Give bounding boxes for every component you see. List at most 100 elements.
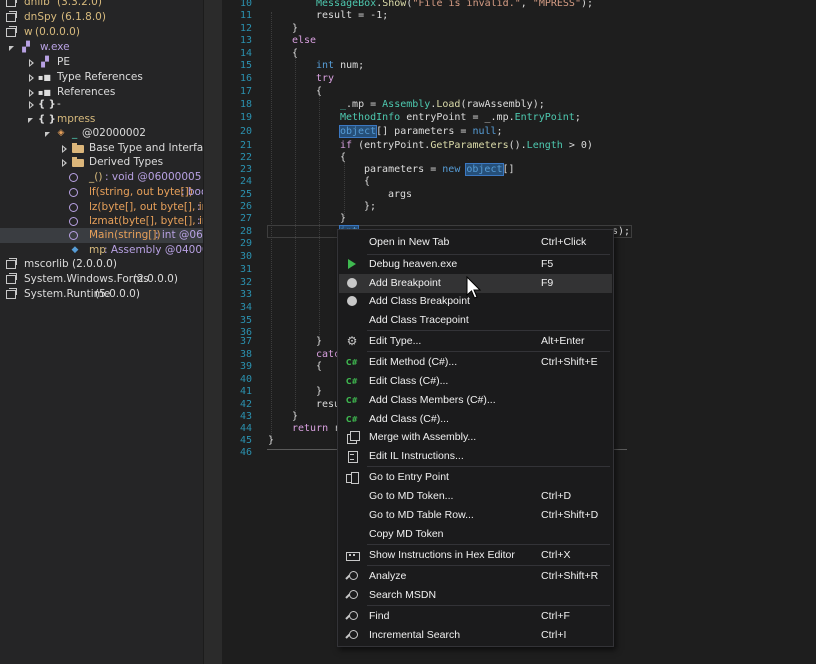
code-token: (entryPoint. (352, 140, 431, 151)
menu-item-debug[interactable]: Debug heaven.exe F5 (339, 255, 612, 274)
document-icon (346, 451, 358, 463)
menu-item-search-msdn[interactable]: Search MSDN (339, 586, 612, 605)
tree-item-signature: : boo (181, 186, 203, 198)
code-line: { (340, 152, 347, 163)
merge-icon (346, 431, 360, 444)
code-line: MessageBox.Show("File is invalid.", "MPR… (316, 0, 593, 10)
line-number: 18 (239, 99, 252, 110)
code-token: , (520, 0, 533, 9)
expand-arrow-icon[interactable] (27, 97, 36, 112)
menu-item-go-to-entry-point[interactable]: Go to Entry Point (339, 468, 612, 487)
menu-item-shortcut: Ctrl+Shift+R (541, 570, 599, 582)
menu-item-show-in-hex-editor[interactable]: Show Instructions in Hex Editor Ctrl+X (339, 546, 612, 565)
tree-item-mscorlib[interactable]: mscorlib (2.0.0.0) (6, 257, 201, 272)
menu-item-copy-md-token[interactable]: Copy MD Token (339, 525, 612, 544)
menu-item-incremental-search[interactable]: Incremental Search Ctrl+I (339, 626, 612, 645)
expand-arrow-icon[interactable] (27, 55, 36, 70)
code-line: parameters = new object[] (364, 163, 515, 176)
expand-arrow-icon[interactable] (60, 141, 69, 156)
menu-item-shortcut: Ctrl+I (541, 629, 567, 641)
tree-item-label: _ (72, 127, 78, 139)
menu-item-edit-type[interactable]: ⚙ Edit Type... Alt+Enter (339, 332, 612, 351)
tree-item-base-types[interactable]: Base Type and Interfaces (60, 141, 203, 156)
tree-scrollbar[interactable] (203, 0, 222, 664)
menu-item-open-in-new-tab[interactable]: Open in New Tab Ctrl+Click (339, 233, 612, 252)
tree-item-field[interactable]: ◆ mp : Assembly @0400000 (69, 243, 203, 258)
menu-item-merge-with-assembly[interactable]: Merge with Assembly... (339, 428, 612, 447)
expand-arrow-icon[interactable] (44, 126, 53, 141)
menu-item-label: Add Class (C#)... (369, 413, 449, 425)
tree-item-label: lzmat(byte[], byte[], int) (89, 215, 203, 227)
tree-item-method[interactable]: lzmat(byte[], byte[], int) : (69, 214, 203, 229)
tree-item-label: dnlib (24, 0, 50, 8)
tree-item-derived-types[interactable]: Derived Types (60, 155, 203, 170)
menu-item-go-to-md-table-row[interactable]: Go to MD Table Row... Ctrl+Shift+D (339, 506, 612, 525)
tree-item-w[interactable]: w (0.0.0.0) (6, 25, 201, 40)
expand-arrow-icon[interactable] (27, 112, 36, 127)
tree-item-w-exe[interactable]: ▞ w.exe (8, 40, 203, 55)
code-line: { (316, 86, 323, 97)
tree-item-signature: : (197, 215, 201, 227)
tree-item-label: mpress (57, 113, 96, 125)
search-icon (346, 571, 358, 582)
code-line: object[] parameters = null; (338, 125, 503, 138)
menu-item-go-to-md-token[interactable]: Go to MD Token... Ctrl+D (339, 487, 612, 506)
menu-item-add-class[interactable]: C# Add Class (C#)... (339, 410, 612, 429)
tree-item-mpress[interactable]: { } mpress (27, 112, 197, 127)
tree-item-label: Base Type and Interfaces (89, 142, 203, 154)
tree-item-method[interactable]: lz(byte[], out byte[], int) : (69, 200, 203, 215)
line-number: 10 (239, 0, 252, 9)
code-token: return (292, 423, 329, 434)
menu-separator (367, 565, 610, 566)
line-number: 38 (239, 349, 252, 360)
class-icon: ◈ (57, 128, 65, 138)
tree-item-type-references[interactable]: ▪■ Type References (27, 70, 197, 85)
menu-item-find[interactable]: Find Ctrl+F (339, 607, 612, 626)
code-token: ; (496, 126, 503, 137)
code-token: (). (508, 140, 527, 151)
csharp-icon: C# (346, 358, 358, 367)
tree-item-pe[interactable]: ▞ PE (27, 55, 197, 70)
menu-item-edit-il[interactable]: Edit IL Instructions... (339, 447, 612, 466)
tree-item-method[interactable]: lf(string, out byte[]) : boo (69, 185, 203, 200)
menu-item-label: Debug heaven.exe (369, 258, 458, 270)
menu-item-label: Open in New Tab (369, 236, 450, 248)
code-line: _.mp = Assembly.Load(rawAssembly); (340, 99, 545, 111)
expand-arrow-icon[interactable] (8, 40, 17, 55)
line-number: 24 (239, 176, 252, 187)
tree-item-dnspy[interactable]: dnSpy (6.1.8.0) (6, 10, 201, 25)
tree-item-empty-namespace[interactable]: { } - (27, 97, 197, 112)
menu-item-edit-method[interactable]: C# Edit Method (C#)... Ctrl+Shift+E (339, 353, 612, 372)
tree-item-dnlib[interactable]: dnlib (3.3.2.0) (6, 0, 201, 10)
search-icon (346, 590, 358, 601)
tree-item-class[interactable]: ◈ _ @02000002 (44, 126, 203, 141)
gear-icon: ⚙ (346, 334, 358, 348)
menu-item-label: Find (369, 610, 390, 622)
tree-item-system-runtime[interactable]: System.Runtime (5.0.0.0) (6, 287, 201, 302)
menu-item-analyze[interactable]: Analyze Ctrl+Shift+R (339, 567, 612, 586)
tree-item-version: (5.0.0.0) (95, 288, 140, 300)
menu-item-label: Edit Method (C#)... (369, 356, 458, 368)
tree-item-system-windows-forms[interactable]: System.Windows.Forms (2.0.0.0) (6, 272, 201, 287)
line-number: 28 (239, 226, 252, 237)
code-line: } (268, 435, 275, 446)
code-line: result = -1; (316, 10, 389, 21)
tree-item-method[interactable]: _() : void @06000005 (69, 170, 203, 185)
tree-item-main[interactable]: Main(string[]) : int @0600 (0, 228, 203, 243)
menu-item-shortcut: Alt+Enter (541, 335, 585, 347)
expand-arrow-icon[interactable] (60, 155, 69, 170)
code-line: else (292, 35, 317, 46)
menu-item-edit-class[interactable]: C# Edit Class (C#)... (339, 372, 612, 391)
menu-item-add-class-tracepoint[interactable]: Add Class Tracepoint (339, 311, 612, 330)
menu-item-add-class-members[interactable]: C# Add Class Members (C#)... (339, 391, 612, 410)
folder-icon (72, 157, 84, 167)
line-number: 20 (239, 126, 252, 137)
line-number: 42 (239, 399, 252, 410)
code-token: "File is invalid." (412, 0, 521, 9)
entry-point-icon (346, 472, 359, 484)
code-token: EntryPoint (514, 112, 575, 123)
expand-arrow-icon[interactable] (27, 70, 36, 85)
tree-item-version: (2.0.0.0) (72, 258, 117, 270)
assembly-icon (6, 288, 17, 299)
code-line: { (292, 48, 299, 59)
